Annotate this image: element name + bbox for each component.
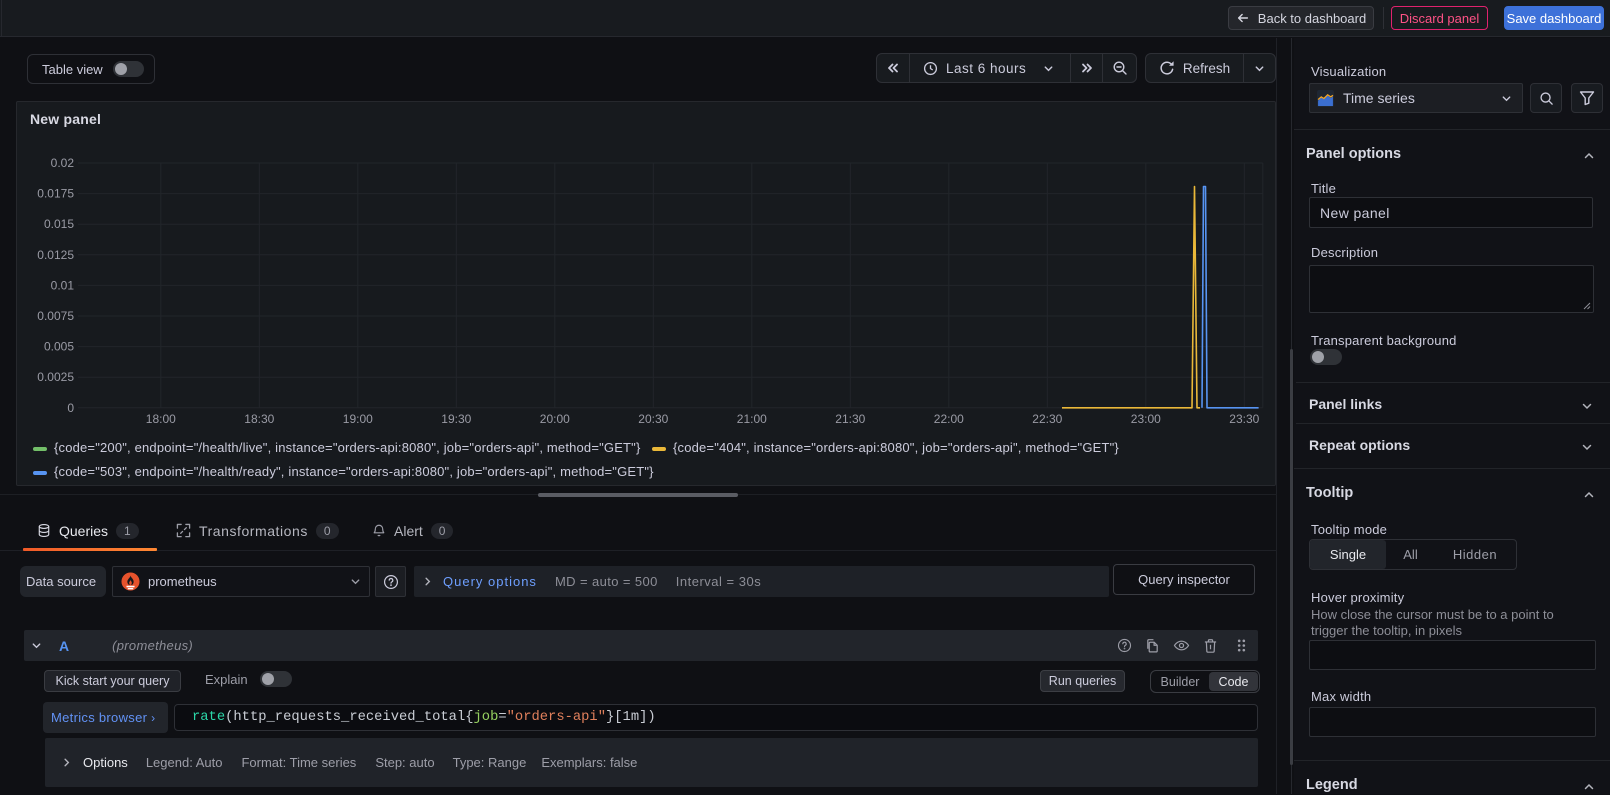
svg-text:0.0125: 0.0125 [37, 248, 74, 262]
svg-text:0.0075: 0.0075 [37, 309, 74, 323]
svg-text:23:30: 23:30 [1229, 412, 1259, 426]
svg-text:21:30: 21:30 [835, 412, 865, 426]
svg-text:18:00: 18:00 [146, 412, 176, 426]
svg-text:0.01: 0.01 [51, 278, 75, 292]
svg-text:19:30: 19:30 [441, 412, 471, 426]
svg-text:0.0175: 0.0175 [37, 187, 74, 201]
svg-text:22:00: 22:00 [934, 412, 964, 426]
svg-text:22:30: 22:30 [1032, 412, 1062, 426]
svg-text:18:30: 18:30 [244, 412, 274, 426]
svg-text:0.02: 0.02 [51, 156, 75, 170]
svg-text:21:00: 21:00 [737, 412, 767, 426]
svg-text:0.015: 0.015 [44, 217, 74, 231]
svg-text:20:30: 20:30 [638, 412, 668, 426]
svg-text:0.0025: 0.0025 [37, 370, 74, 384]
svg-text:23:00: 23:00 [1131, 412, 1161, 426]
svg-text:19:00: 19:00 [343, 412, 373, 426]
svg-text:0.005: 0.005 [44, 340, 74, 354]
svg-text:20:00: 20:00 [540, 412, 570, 426]
svg-text:0: 0 [67, 401, 74, 415]
